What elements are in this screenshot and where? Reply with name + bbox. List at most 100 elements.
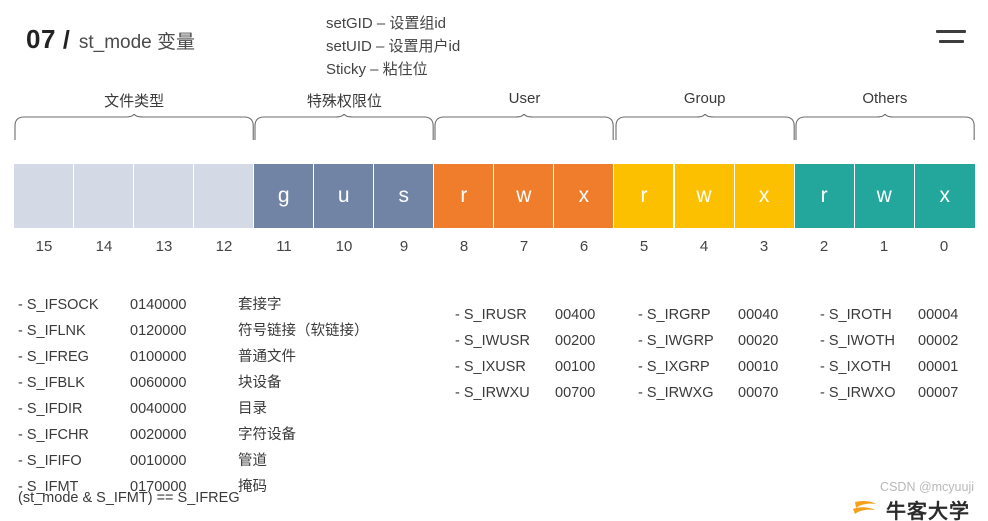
bit-index-5: 5	[639, 238, 649, 255]
constant-description: 目录	[238, 401, 267, 417]
constant-row: - S_IFDIR 0040000 目录	[18, 396, 369, 422]
bit-group-label-3: Group	[683, 90, 726, 107]
bit-index-8: 8	[459, 238, 469, 255]
constant-description: 套接字	[238, 297, 282, 313]
constant-description: 普通文件	[238, 349, 296, 365]
constant-row: - S_IFCHR 0020000 字符设备	[18, 422, 369, 448]
constant-value: 00007	[918, 385, 959, 401]
constant-row: - S_IFLNK 0120000 符号链接（软链接）	[18, 318, 369, 344]
constant-name: - S_IXOTH	[820, 359, 891, 375]
constants-table-others: - S_IROTH 00004 - S_IWOTH 00002 - S_IXOTH 000…	[820, 302, 978, 406]
constant-row: - S_IWGRP 00020	[638, 328, 798, 354]
constant-name: - S_IXGRP	[638, 359, 710, 375]
constant-value: 00070	[738, 385, 779, 401]
constant-description: 管道	[238, 453, 267, 469]
constant-row: - S_IRUSR 00400	[455, 302, 615, 328]
constant-name: - S_IFDIR	[18, 401, 83, 417]
constant-value: 0120000	[130, 323, 187, 339]
bit-cell-label: w	[696, 184, 712, 207]
constant-value: 00040	[738, 307, 779, 323]
bit-index-12: 12	[215, 238, 233, 255]
constants-table-user: - S_IRUSR 00400 - S_IWUSR 00200 - S_IXUSR 001…	[455, 302, 615, 406]
constant-name: - S_IRWXG	[638, 385, 714, 401]
menu-icon-line-top	[936, 30, 966, 33]
header: 07 / st_mode 变量 setGID – 设置组id setUID – …	[0, 0, 988, 86]
mask-expression: (st_mode & S_IFMT) == S_IFREG	[18, 490, 240, 506]
bit-cell-label: w	[516, 184, 532, 207]
bit-cell-8: r	[434, 164, 495, 228]
bit-index-4: 4	[699, 238, 709, 255]
menu-icon[interactable]	[936, 30, 966, 46]
constant-name: - S_IFCHR	[18, 427, 89, 443]
bit-field-row: gusrwxrwxrwx	[14, 164, 975, 228]
bit-index-10: 10	[335, 238, 353, 255]
constant-value: 00700	[555, 385, 596, 401]
constant-row: - S_IFREG 0100000 普通文件	[18, 344, 369, 370]
constant-value: 0060000	[130, 375, 187, 391]
bit-index-13: 13	[155, 238, 173, 255]
brand-swoosh-icon	[853, 500, 876, 514]
header-note-sticky: Sticky – 粘住位	[326, 61, 428, 78]
bit-index-row: 15 14 13 12 11 10 9 8 7 6 5 4 3 2 1 0	[14, 238, 975, 260]
header-notes: setGID – 设置组id setUID – 设置用户id Sticky – …	[326, 12, 460, 81]
constant-name: - S_IROTH	[820, 307, 892, 323]
bit-group-brace-0	[14, 114, 254, 140]
constant-value: 00010	[738, 359, 779, 375]
bit-group-label-1: 特殊权限位	[306, 93, 382, 110]
constant-name: - S_IFLNK	[18, 323, 86, 339]
page-title-text: st_mode 变量	[78, 32, 196, 53]
constant-row: - S_IFSOCK 0140000 套接字	[18, 292, 369, 318]
bit-index-0: 0	[939, 238, 949, 255]
constants-table-group: - S_IRGRP 00040 - S_IWGRP 00020 - S_IXGRP 000…	[638, 302, 798, 406]
bit-cell-6: x	[554, 164, 615, 228]
constant-name: - S_IWGRP	[638, 333, 714, 349]
constant-value: 00001	[918, 359, 959, 375]
watermark-text: CSDN @mcyuuji	[880, 480, 974, 494]
constant-name: - S_IWOTH	[820, 333, 895, 349]
constant-row: - S_IXUSR 00100	[455, 354, 615, 380]
bit-cell-2: r	[794, 164, 855, 228]
bit-group-labels: 文件类型 特殊权限位 User Group Others	[0, 90, 988, 150]
bit-index-6: 6	[579, 238, 589, 255]
constant-row: - S_IXGRP 00010	[638, 354, 798, 380]
bit-cell-7: w	[494, 164, 555, 228]
bit-cell-label: u	[337, 184, 350, 207]
bit-cell-9: s	[374, 164, 435, 228]
constant-row: - S_IROTH 00004	[820, 302, 978, 328]
constant-description: 符号链接（软链接）	[238, 323, 369, 339]
constant-row: - S_IRWXU 00700	[455, 380, 615, 406]
bit-cell-3: x	[734, 164, 795, 228]
constant-value: 00100	[555, 359, 596, 375]
bit-cell-label: x	[758, 184, 770, 207]
constant-name: - S_IFBLK	[18, 375, 85, 391]
bit-cell-5: r	[614, 164, 675, 228]
bit-group-brace-3	[615, 114, 795, 140]
bit-group-label-0: 文件类型	[104, 93, 165, 110]
bit-cell-4: w	[674, 164, 735, 228]
constant-value: 00020	[738, 333, 779, 349]
constant-name: - S_IRUSR	[455, 307, 527, 323]
bit-group-brace-2	[434, 114, 615, 140]
constant-value: 00002	[918, 333, 959, 349]
constant-row: - S_IWOTH 00002	[820, 328, 978, 354]
constant-description: 块设备	[238, 375, 282, 391]
bit-group-label-4: Others	[862, 90, 908, 107]
constant-value: 00200	[555, 333, 596, 349]
constant-value: 0040000	[130, 401, 187, 417]
bit-cell-13	[134, 164, 195, 228]
bit-cell-label: r	[460, 184, 468, 207]
bit-cell-0: x	[914, 164, 975, 228]
bit-cell-14	[74, 164, 135, 228]
constant-name: - S_IRWXU	[455, 385, 530, 401]
constant-value: 0010000	[130, 453, 187, 469]
constant-value: 00004	[918, 307, 959, 323]
bit-group-brace-1	[254, 114, 434, 140]
brand-logo: 牛客大学	[852, 497, 970, 521]
bit-cell-11: g	[254, 164, 315, 228]
constant-row: - S_IRWXG 00070	[638, 380, 798, 406]
constant-row: - S_IXOTH 00001	[820, 354, 978, 380]
constant-name: - S_IFREG	[18, 349, 89, 365]
constant-name: - S_IRWXO	[820, 385, 896, 401]
menu-icon-line-bottom	[939, 40, 964, 43]
bit-cell-label: x	[578, 184, 590, 207]
